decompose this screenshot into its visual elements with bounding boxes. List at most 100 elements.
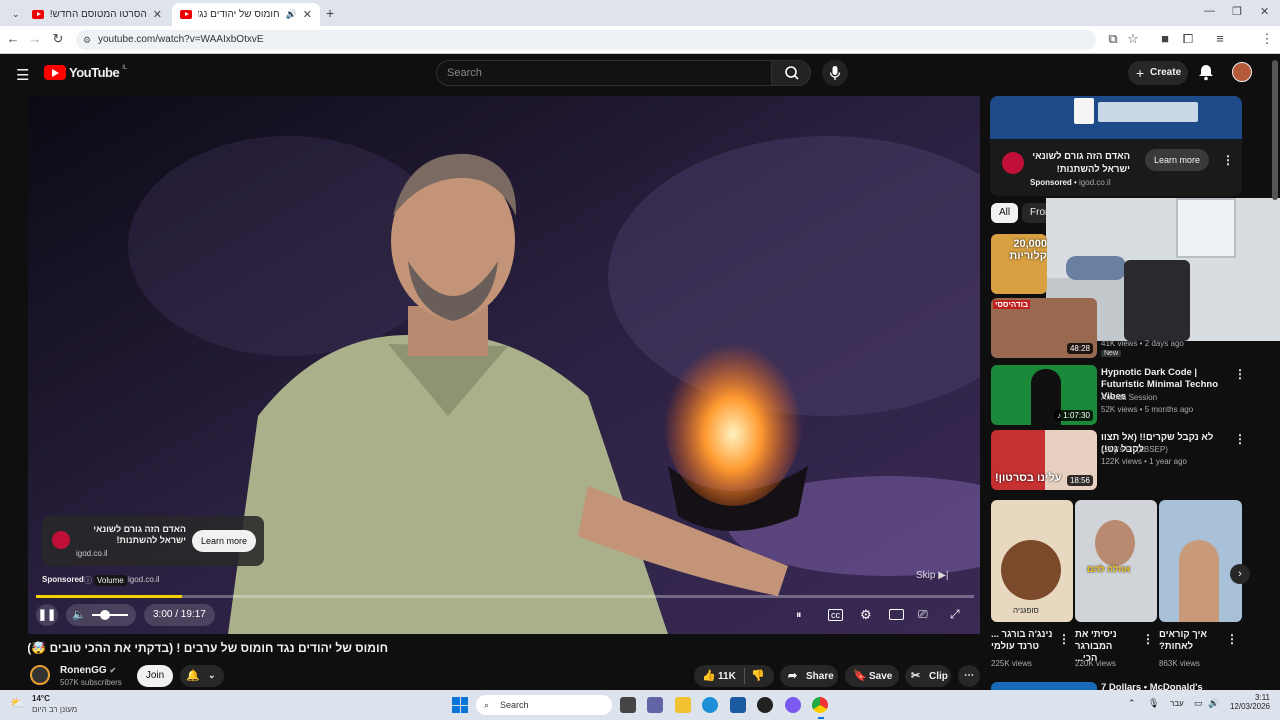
like-count[interactable]: 11K [718,671,736,682]
extensions-puzzle-icon[interactable]: ⧠ [1179,31,1197,47]
page-scrollbar[interactable] [1272,60,1278,200]
like-icon[interactable]: 👍 [702,669,716,682]
new-tab-button[interactable]: + [326,5,334,21]
close-icon[interactable]: ✕ [153,8,162,21]
clip-button[interactable]: ✂ Clip [905,665,951,687]
cast-icon[interactable]: ⎚ [918,607,928,622]
speaker-icon[interactable]: 🔊 [1208,698,1219,709]
volume-slider[interactable] [92,614,128,616]
pause-button[interactable]: ❚❚ [36,604,58,626]
mic-icon[interactable]: 🎙 [1148,698,1159,709]
more-vertical-icon[interactable]: ⋮ [1222,153,1234,167]
short-thumbnail[interactable]: סופגניה [991,500,1073,622]
video-channel[interactable]: Levy's Fit (LBSEP) [1101,444,1168,456]
site-info-icon[interactable]: ⚙ [83,30,91,50]
back-button[interactable]: ← [4,31,22,46]
tab-active[interactable]: חומוס של יהודים נגד חומוס 🔊 ✕ [172,3,320,26]
volume-handle[interactable] [100,610,110,620]
maximize-button[interactable]: ❐ [1232,5,1242,18]
channel-avatar[interactable] [30,665,50,685]
chip-all[interactable]: All [991,203,1019,223]
media-control-icon[interactable]: ≡ [1211,31,1229,46]
save-button[interactable]: 🔖 Save [845,665,899,687]
shorts-next-button[interactable]: › [1230,564,1250,584]
short-title[interactable]: נינג'ה בורגר ... טרנד עולמי [991,629,1053,653]
clock[interactable]: 3:11 12/03/2026 [1222,693,1270,711]
audio-icon[interactable]: 🔊 [286,9,297,20]
dislike-icon[interactable]: 👎 [751,669,765,682]
ad-overlay-card[interactable]: האדם הזה גורם לשונאי ישראל להשתנות! igod… [42,516,264,566]
divider [744,668,745,684]
more-actions-button[interactable]: ⋯ [958,665,980,687]
progress-bar[interactable] [36,595,974,598]
voice-search-button[interactable] [822,60,848,86]
search-button[interactable] [771,60,811,86]
account-avatar[interactable] [1232,62,1252,82]
youtube-logo[interactable]: YouTube IL [44,65,127,80]
taskbar-search[interactable]: ⌕ Search [476,695,612,715]
extension-icon[interactable]: ■ [1156,31,1174,46]
volume-control[interactable]: 🔈 [66,604,136,626]
short-thumbnail[interactable] [1159,500,1242,622]
info-icon[interactable]: ⓘ [84,575,92,586]
volume-icon[interactable]: 🔈 [72,608,86,621]
video-channel[interactable]: Amoda Session [1101,392,1157,404]
bookmark-star-icon[interactable]: ☆ [1124,31,1142,47]
create-button[interactable]: + Create [1128,61,1188,85]
join-button[interactable]: Join [137,665,173,687]
window-close-button[interactable]: ✕ [1260,5,1269,18]
video-thumbnail[interactable]: 20,000 קלוריות [991,234,1047,294]
notifications-bell-icon[interactable] [1198,63,1214,86]
windows-start-icon[interactable] [452,697,468,713]
discord-icon[interactable] [785,697,801,713]
forward-button[interactable]: → [26,31,44,46]
save-label: Save [869,671,893,682]
settings-gear-icon[interactable]: ⚙ [860,607,872,623]
theater-mode-icon[interactable] [889,609,904,620]
weather-icon[interactable]: ⛅ [10,696,25,710]
more-vertical-icon[interactable]: ⋮ [1226,632,1238,646]
chevron-up-icon[interactable]: ⌃ [1128,698,1136,709]
task-view-icon[interactable] [620,697,636,713]
chrome-icon[interactable] [812,697,828,713]
reload-button[interactable]: ↻ [49,31,67,47]
sidebar-ad-learn-more-button[interactable]: Learn more [1145,149,1209,171]
ad-learn-more-button[interactable]: Learn more [192,530,256,552]
cast-icon[interactable]: ⧉ [1104,31,1122,47]
more-vertical-icon[interactable]: ⋮ [1234,432,1246,446]
share-button[interactable]: ➦ Share [780,665,838,687]
language-indicator[interactable]: עבר [1170,699,1184,708]
close-icon[interactable]: ✕ [303,8,312,21]
network-icon[interactable]: ▭ [1194,698,1203,709]
teams-icon[interactable] [647,697,663,713]
fullscreen-icon[interactable]: ⤢ [950,607,960,622]
subscribe-bell-button[interactable]: 🔔 ⌄ [180,665,224,687]
plus-icon: + [1136,65,1145,81]
app-icon[interactable] [757,697,773,713]
url-bar[interactable]: ⚙ youtube.com/watch?v=WAAIxbOtxvE [76,30,1096,50]
store-icon[interactable] [730,697,746,713]
skip-ad-button[interactable]: Skip ▶| [916,570,949,581]
video-title[interactable]: 7 Dollars • McDonald's [1101,682,1229,690]
captions-icon[interactable]: cc [828,609,843,621]
search-input[interactable]: Search [436,60,772,86]
channel-name[interactable]: RonenGG ✔ [60,665,116,676]
short-title[interactable]: איך קוראים לאחות? [1159,629,1221,653]
browser-menu-icon[interactable]: ⋮ [1258,31,1276,47]
more-vertical-icon[interactable]: ⋮ [1142,632,1154,646]
edge-icon[interactable] [702,697,718,713]
video-thumbnail[interactable]: עלינו בסרטון! 18:56 [991,430,1097,490]
tab-inactive[interactable]: הסרטו המטוסם החדש! (שיחה) ✕ [24,3,170,26]
more-vertical-icon[interactable]: ⋮ [1058,632,1070,646]
video-thumbnail[interactable]: ♪ 1:07:30 [991,365,1097,425]
file-explorer-icon[interactable] [675,697,691,713]
hamburger-menu-icon[interactable]: ☰ [16,66,29,84]
autoplay-toggle-icon[interactable]: ⏸ [796,609,802,622]
sidebar-ad-card[interactable]: האדם הזה גורם לשונאי ישראל להשתנות! Spon… [990,96,1242,196]
video-thumbnail[interactable] [991,682,1097,690]
short-thumbnail[interactable]: אוזלה להם [1075,500,1157,622]
more-vertical-icon[interactable]: ⋮ [1234,367,1246,381]
tab-search-button[interactable]: ⌄ [4,3,22,26]
minimize-button[interactable]: — [1204,5,1215,17]
video-thumbnail[interactable]: בודהיססי 48:28 [991,298,1097,358]
